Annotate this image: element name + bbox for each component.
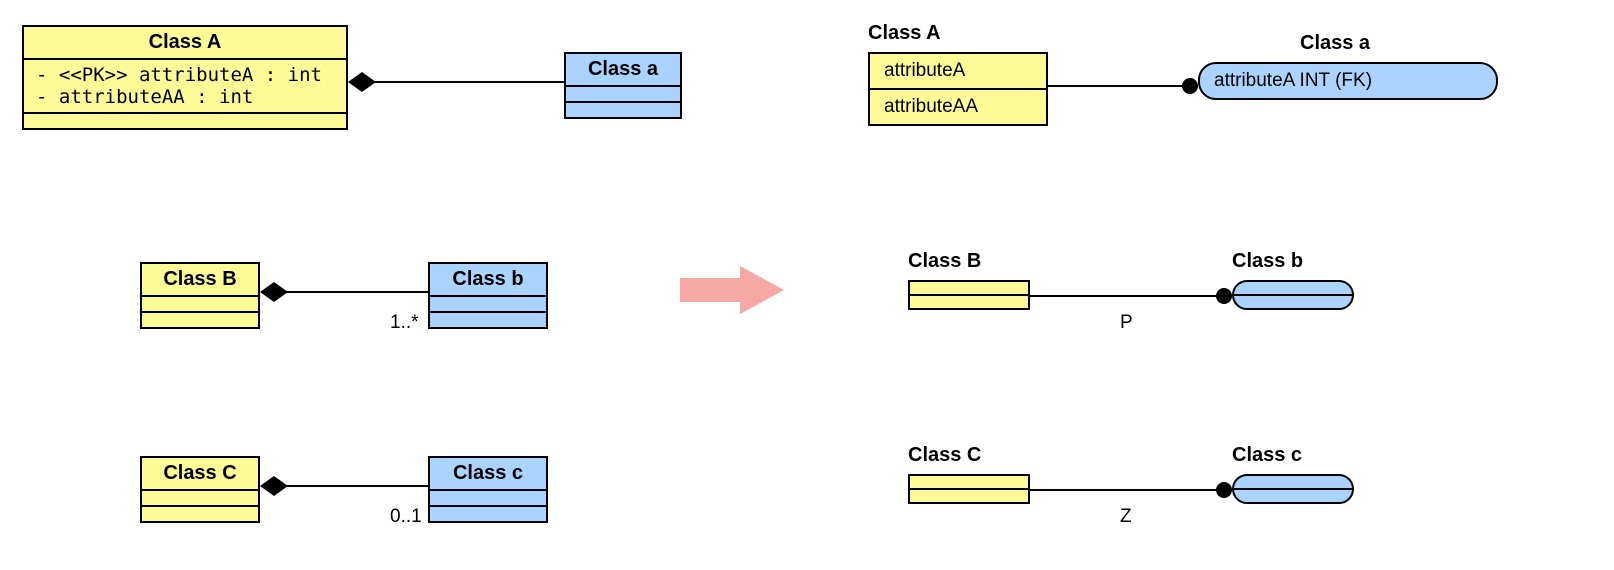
uml-class-C: Class C [140, 456, 260, 523]
uml-class-A: Class A - <<PK>> attributeA : int - attr… [22, 25, 348, 130]
ie-Classc-mark: Z [1120, 506, 1132, 528]
ie-Classb-mark: P [1120, 312, 1133, 334]
ie-ClassB-box [908, 280, 1030, 310]
uml-class-b: Class b [428, 262, 548, 329]
ie-ClassC-label: Class C [908, 444, 981, 467]
ie-Classa-box: attributeA INT (FK) [1198, 62, 1498, 100]
uml-class-B-name: Class B [142, 264, 258, 295]
uml-class-A-attr1: - <<PK>> attributeA : int [36, 64, 334, 86]
ie-ClassA-col2: attributeAA [870, 90, 1046, 124]
ie-Classa-label: Class a [1300, 32, 1370, 55]
uml-class-b-multiplicity: 1..* [390, 312, 419, 334]
uml-class-A-attr2: - attributeAA : int [36, 86, 334, 108]
transform-arrow [680, 266, 784, 314]
uml-class-c-multiplicity: 0..1 [390, 506, 422, 528]
ie-ClassA-box: attributeA attributeAA [868, 52, 1048, 126]
uml-class-A-name: Class A [24, 27, 346, 58]
uml-class-C-name: Class C [142, 458, 258, 489]
uml-class-b-name: Class b [430, 264, 546, 295]
uml-class-a: Class a [564, 52, 682, 119]
ie-Classb-label: Class b [1232, 250, 1303, 273]
uml-class-B: Class B [140, 262, 260, 329]
uml-class-c-name: Class c [430, 458, 546, 489]
ie-ClassC-box [908, 474, 1030, 504]
diagram-stage: Class A - <<PK>> attributeA : int - attr… [0, 0, 1614, 570]
ie-Classb-box [1232, 280, 1354, 310]
ie-Classa-col1: attributeA INT (FK) [1200, 64, 1496, 98]
uml-class-a-name: Class a [566, 54, 680, 85]
ie-Classc-box [1232, 474, 1354, 504]
ie-Classc-label: Class c [1232, 444, 1302, 467]
ie-ClassB-label: Class B [908, 250, 981, 273]
ie-ClassA-col1: attributeA [870, 54, 1046, 88]
ie-ClassA-label: Class A [868, 22, 941, 45]
uml-class-c: Class c [428, 456, 548, 523]
